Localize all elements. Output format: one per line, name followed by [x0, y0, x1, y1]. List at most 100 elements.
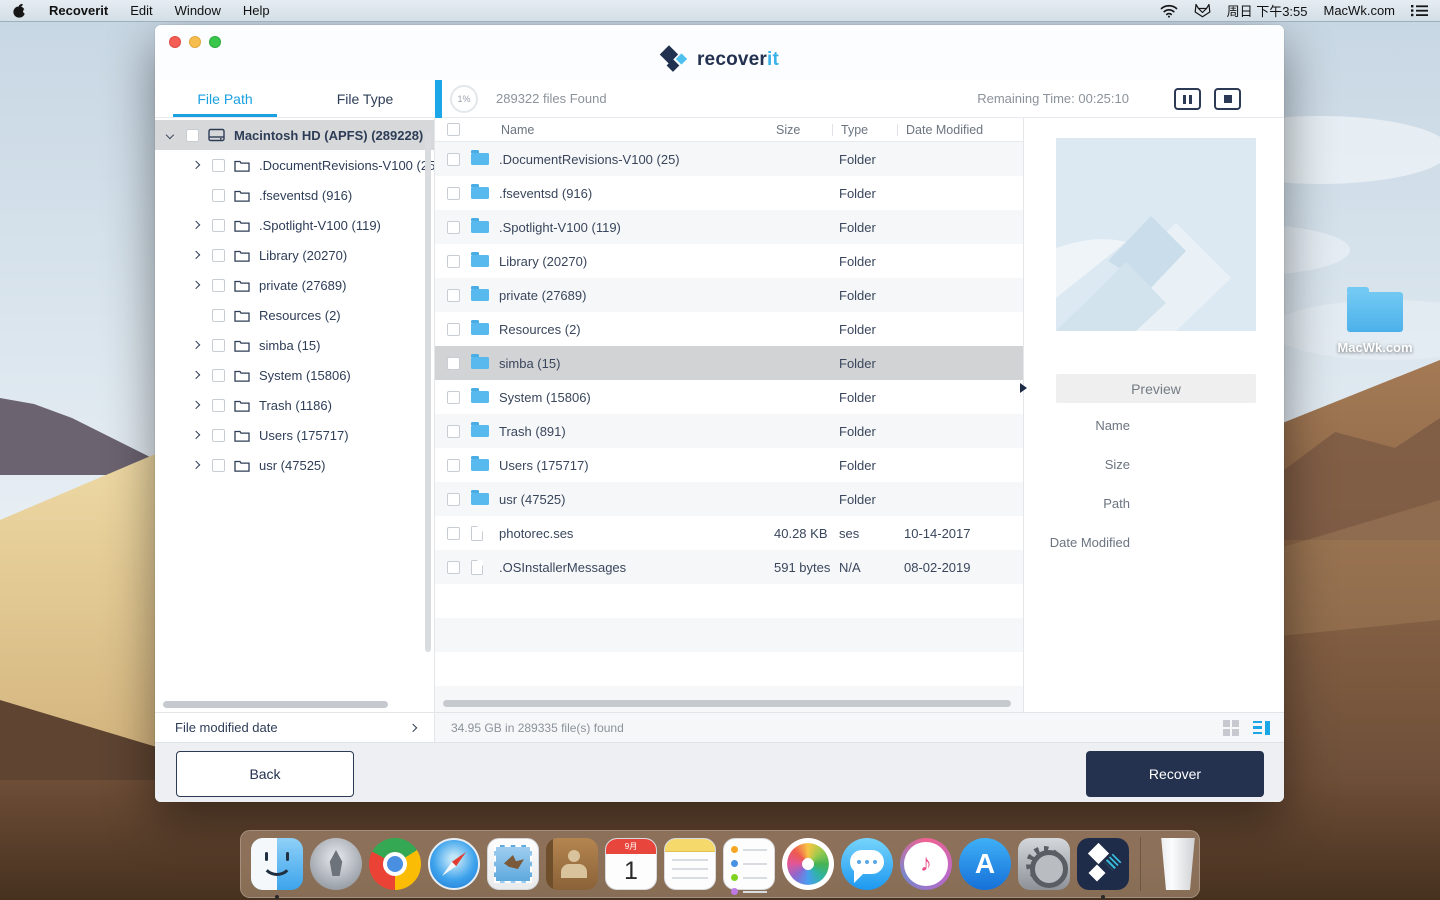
- column-header-date[interactable]: Date Modified: [904, 123, 1023, 137]
- dock-contacts-icon[interactable]: [546, 838, 598, 890]
- fox-status-icon[interactable]: [1194, 3, 1211, 18]
- desktop-folder-macwk[interactable]: MacWk.com: [1320, 292, 1430, 355]
- row-checkbox[interactable]: [447, 255, 460, 268]
- column-header-size[interactable]: Size: [774, 123, 839, 137]
- row-checkbox[interactable]: [447, 561, 460, 574]
- dock-trash-icon[interactable]: [1152, 838, 1204, 890]
- row-checkbox[interactable]: [447, 459, 460, 472]
- row-checkbox[interactable]: [447, 221, 460, 234]
- row-checkbox[interactable]: [447, 153, 460, 166]
- notification-list-icon[interactable]: [1411, 4, 1428, 17]
- dock-recoverit-icon[interactable]: [1077, 838, 1129, 890]
- menu-site-text[interactable]: MacWk.com: [1324, 3, 1396, 18]
- tree-checkbox[interactable]: [212, 219, 225, 232]
- dock-system-preferences-icon[interactable]: [1018, 838, 1070, 890]
- dock-safari-icon[interactable]: [428, 838, 480, 890]
- chevron-right-icon[interactable]: [193, 282, 203, 288]
- tree-item[interactable]: Users (175717): [155, 420, 434, 450]
- dock-reminders-icon[interactable]: [723, 838, 775, 890]
- table-row[interactable]: System (15806)Folder: [435, 380, 1023, 414]
- pause-scan-button[interactable]: [1174, 88, 1201, 110]
- table-row[interactable]: .fseventsd (916)Folder: [435, 176, 1023, 210]
- dock-appstore-icon[interactable]: A: [959, 838, 1011, 890]
- tree-checkbox[interactable]: [212, 429, 225, 442]
- tree-checkbox[interactable]: [212, 339, 225, 352]
- window-titlebar[interactable]: recoverit: [155, 25, 1284, 80]
- dock-mail-icon[interactable]: [487, 838, 539, 890]
- tree-checkbox[interactable]: [186, 129, 199, 142]
- tree-item[interactable]: usr (47525): [155, 450, 434, 480]
- chevron-right-icon[interactable]: [193, 342, 203, 348]
- row-checkbox[interactable]: [447, 323, 460, 336]
- minimize-button[interactable]: [189, 36, 201, 48]
- dock-launchpad-icon[interactable]: [310, 838, 362, 890]
- file-modified-date-row[interactable]: File modified date: [155, 712, 434, 742]
- tree-item[interactable]: Resources (2): [155, 300, 434, 330]
- apple-menu-icon[interactable]: [12, 2, 27, 19]
- table-row[interactable]: Users (175717)Folder: [435, 448, 1023, 482]
- menu-app-name[interactable]: Recoverit: [49, 3, 108, 18]
- row-checkbox[interactable]: [447, 527, 460, 540]
- dock-calendar-icon[interactable]: 9月1: [605, 838, 657, 890]
- chevron-right-icon[interactable]: [193, 402, 203, 408]
- chevron-right-icon[interactable]: [193, 162, 203, 168]
- menu-item-window[interactable]: Window: [175, 3, 221, 18]
- table-row[interactable]: .DocumentRevisions-V100 (25)Folder: [435, 142, 1023, 176]
- tree-item[interactable]: simba (15): [155, 330, 434, 360]
- table-row[interactable]: photorec.ses40.28 KBses10-14-2017: [435, 516, 1023, 550]
- chevron-right-icon[interactable]: [193, 432, 203, 438]
- chevron-down-icon[interactable]: [167, 132, 177, 138]
- row-checkbox[interactable]: [447, 289, 460, 302]
- tree-checkbox[interactable]: [212, 279, 225, 292]
- sidebar-horizontal-scrollbar[interactable]: [163, 701, 388, 708]
- menu-clock[interactable]: 周日 下午3:55: [1227, 1, 1308, 20]
- tree-item-root[interactable]: Macintosh HD (APFS) (289228): [155, 120, 434, 150]
- row-checkbox[interactable]: [447, 425, 460, 438]
- table-row[interactable]: private (27689)Folder: [435, 278, 1023, 312]
- row-checkbox[interactable]: [447, 357, 460, 370]
- chevron-right-icon[interactable]: [193, 372, 203, 378]
- tree-item[interactable]: .fseventsd (916): [155, 180, 434, 210]
- column-header-name[interactable]: Name: [499, 123, 774, 137]
- grid-view-icon[interactable]: [1223, 720, 1239, 736]
- row-checkbox[interactable]: [447, 391, 460, 404]
- table-row[interactable]: Library (20270)Folder: [435, 244, 1023, 278]
- tree-checkbox[interactable]: [212, 309, 225, 322]
- select-all-checkbox[interactable]: [447, 123, 460, 136]
- preview-expander-arrow[interactable]: [1020, 383, 1027, 393]
- dock-messages-icon[interactable]: [841, 838, 893, 890]
- tree-checkbox[interactable]: [212, 369, 225, 382]
- table-row[interactable]: .Spotlight-V100 (119)Folder: [435, 210, 1023, 244]
- stop-scan-button[interactable]: [1214, 88, 1241, 110]
- tree-checkbox[interactable]: [212, 159, 225, 172]
- close-button[interactable]: [169, 36, 181, 48]
- row-checkbox[interactable]: [447, 493, 460, 506]
- tree-checkbox[interactable]: [212, 399, 225, 412]
- dock-finder-icon[interactable]: [251, 838, 303, 890]
- tree-item[interactable]: Trash (1186): [155, 390, 434, 420]
- chevron-right-icon[interactable]: [193, 222, 203, 228]
- menu-item-help[interactable]: Help: [243, 3, 270, 18]
- chevron-right-icon[interactable]: [193, 462, 203, 468]
- chevron-right-icon[interactable]: [193, 252, 203, 258]
- tab-file-type[interactable]: File Type: [295, 80, 435, 117]
- tree-checkbox[interactable]: [212, 249, 225, 262]
- dock-chrome-icon[interactable]: [369, 838, 421, 890]
- tree-item[interactable]: Library (20270): [155, 240, 434, 270]
- preview-button[interactable]: Preview: [1056, 374, 1256, 403]
- back-button[interactable]: Back: [176, 751, 354, 797]
- recover-button[interactable]: Recover: [1086, 751, 1264, 797]
- table-row[interactable]: usr (47525)Folder: [435, 482, 1023, 516]
- list-view-icon[interactable]: [1253, 721, 1270, 735]
- dock-photos-icon[interactable]: [782, 838, 834, 890]
- tree-checkbox[interactable]: [212, 189, 225, 202]
- sidebar-vertical-scrollbar[interactable]: [425, 132, 431, 652]
- table-row[interactable]: .OSInstallerMessages591 bytesN/A08-02-20…: [435, 550, 1023, 584]
- table-row[interactable]: Trash (891)Folder: [435, 414, 1023, 448]
- column-header-type[interactable]: Type: [839, 123, 904, 137]
- tree-item[interactable]: .DocumentRevisions-V100 (25): [155, 150, 434, 180]
- row-checkbox[interactable]: [447, 187, 460, 200]
- table-horizontal-scrollbar[interactable]: [443, 700, 1011, 707]
- dock-notes-icon[interactable]: [664, 838, 716, 890]
- table-row-selected[interactable]: simba (15)Folder: [435, 346, 1023, 380]
